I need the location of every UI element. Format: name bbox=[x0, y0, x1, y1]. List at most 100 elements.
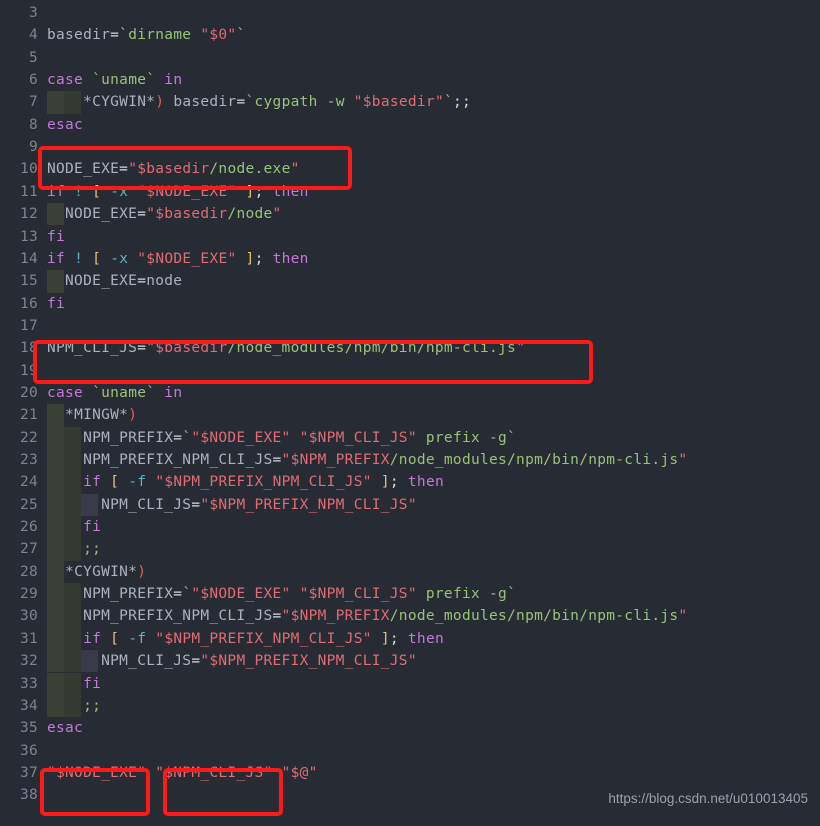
code-line[interactable]: 32 NPM_CLI_JS="$NPM_PREFIX_NPM_CLI_JS" bbox=[0, 650, 820, 673]
code-token: NPM_PREFIX bbox=[47, 429, 174, 446]
line-number: 9 bbox=[28, 139, 38, 156]
code-token: then bbox=[272, 250, 309, 267]
code-line[interactable]: 35 esac bbox=[0, 717, 820, 739]
watermark-url: https://blog.csdn.net/u010013405 bbox=[608, 791, 808, 806]
line-content[interactable]: ;; bbox=[47, 695, 101, 717]
code-line[interactable]: 27 ;; bbox=[0, 538, 820, 561]
line-content[interactable]: if [ -f "$NPM_PREFIX_NPM_CLI_JS" ]; then bbox=[47, 628, 444, 650]
code-token: NODE_EXE bbox=[47, 206, 138, 223]
line-number: 15 bbox=[19, 273, 38, 290]
code-line[interactable]: 20 case `uname` in bbox=[0, 382, 820, 404]
code-token: /node_modules/npm/bin/npm-cli.js bbox=[389, 608, 679, 625]
line-number: 30 bbox=[19, 608, 38, 625]
code-line[interactable]: 3 bbox=[0, 2, 820, 24]
code-token: = bbox=[191, 496, 201, 513]
line-number: 21 bbox=[19, 407, 38, 424]
code-token: prefix -g` bbox=[425, 586, 517, 603]
code-line[interactable]: 22 NPM_PREFIX=`"$NODE_EXE" "$NPM_CLI_JS"… bbox=[0, 426, 820, 449]
code-line[interactable]: 15 NODE_EXE=node bbox=[0, 270, 820, 293]
code-line[interactable]: 28 *CYGWIN*) bbox=[0, 560, 820, 584]
code-line[interactable]: 6 case `uname` in bbox=[0, 69, 820, 91]
code-line[interactable]: 21 *MINGW*) bbox=[0, 404, 820, 427]
line-content[interactable]: NPM_PREFIX_NPM_CLI_JS="$NPM_PREFIX/node_… bbox=[47, 449, 687, 471]
code-line[interactable]: 33 fi bbox=[0, 672, 820, 695]
line-content[interactable]: ;; bbox=[47, 538, 101, 560]
code-line[interactable]: 16 fi bbox=[0, 293, 820, 315]
highlight-node-exe-assignment bbox=[38, 146, 352, 190]
code-line[interactable]: 13 fi bbox=[0, 226, 820, 248]
code-line[interactable]: 4 basedir=`dirname "$0"` bbox=[0, 24, 820, 46]
line-content[interactable]: *CYGWIN*) basedir=`cygpath -w "$basedir"… bbox=[47, 91, 471, 113]
line-number: 20 bbox=[19, 384, 38, 401]
code-token: ! bbox=[74, 250, 84, 267]
code-line[interactable]: 5 bbox=[0, 47, 820, 69]
code-token: ) bbox=[137, 563, 147, 580]
line-content[interactable]: NPM_PREFIX=`"$NODE_EXE" "$NPM_CLI_JS" pr… bbox=[47, 583, 516, 605]
line-number: 22 bbox=[19, 429, 38, 446]
code-token: $basedir bbox=[155, 206, 228, 223]
code-line[interactable]: 8 esac bbox=[0, 114, 820, 136]
line-content[interactable]: fi bbox=[47, 226, 65, 248]
code-token: if bbox=[47, 250, 66, 267]
highlight-npm-cli-js-assignment bbox=[33, 340, 593, 384]
code-token: NPM_PREFIX bbox=[47, 586, 174, 603]
line-content[interactable]: *CYGWIN*) bbox=[47, 561, 146, 583]
code-line[interactable]: 14 if ! [ -x "$NODE_EXE" ]; then bbox=[0, 248, 820, 270]
line-content[interactable]: if [ -f "$NPM_PREFIX_NPM_CLI_JS" ]; then bbox=[47, 471, 444, 493]
code-token: basedir bbox=[47, 27, 111, 44]
code-line[interactable]: 29 NPM_PREFIX=`"$NODE_EXE" "$NPM_CLI_JS"… bbox=[0, 583, 820, 606]
code-token: "$NPM_CLI_JS" bbox=[299, 429, 417, 446]
code-token: "$NPM_PREFIX_NPM_CLI_JS" bbox=[155, 630, 372, 647]
code-line[interactable]: 17 bbox=[0, 315, 820, 337]
code-token: "$NODE_EXE" bbox=[137, 250, 237, 267]
line-number: 3 bbox=[28, 5, 38, 21]
code-line[interactable]: 31 if [ -f "$NPM_PREFIX_NPM_CLI_JS" ]; t… bbox=[0, 627, 820, 651]
code-line[interactable]: 36 bbox=[0, 740, 820, 762]
line-content[interactable]: *MINGW*) bbox=[47, 404, 137, 426]
code-line[interactable]: 25 NPM_CLI_JS="$NPM_PREFIX_NPM_CLI_JS" bbox=[0, 493, 820, 517]
line-content[interactable]: case `uname` in bbox=[47, 382, 182, 404]
line-content[interactable]: NPM_PREFIX_NPM_CLI_JS="$NPM_PREFIX/node_… bbox=[47, 605, 687, 627]
line-content[interactable]: NPM_PREFIX=`"$NODE_EXE" "$NPM_CLI_JS" pr… bbox=[47, 427, 516, 449]
line-number: 12 bbox=[19, 206, 38, 223]
code-token: NODE_EXE bbox=[47, 273, 138, 290]
code-line[interactable]: 23 NPM_PREFIX_NPM_CLI_JS="$NPM_PREFIX/no… bbox=[0, 449, 820, 472]
code-line[interactable]: 26 fi bbox=[0, 516, 820, 539]
line-content[interactable]: NODE_EXE=node bbox=[47, 270, 182, 292]
code-line[interactable]: 7 *CYGWIN*) basedir=`cygpath -w "$basedi… bbox=[0, 91, 820, 114]
code-editor-view: 3 4 basedir=`dirname "$0"` 5 6 case `uname` i… bbox=[0, 0, 820, 826]
line-content[interactable]: NPM_CLI_JS="$NPM_PREFIX_NPM_CLI_JS" bbox=[47, 494, 417, 516]
code-token: -f bbox=[128, 630, 147, 647]
line-number: 25 bbox=[19, 496, 38, 513]
code-token: prefix -g` bbox=[425, 429, 517, 446]
code-token: ; bbox=[389, 474, 408, 491]
code-token: NPM_CLI_JS bbox=[47, 496, 192, 513]
line-content[interactable]: basedir=`dirname "$0"` bbox=[47, 24, 246, 46]
code-line[interactable]: 24 if [ -f "$NPM_PREFIX_NPM_CLI_JS" ]; t… bbox=[0, 471, 820, 494]
line-number: 38 bbox=[19, 787, 38, 804]
line-number: 34 bbox=[19, 697, 38, 714]
line-content[interactable]: NODE_EXE="$basedir/node" bbox=[47, 203, 282, 225]
line-content[interactable]: case `uname` in bbox=[47, 69, 182, 91]
code-token: fi bbox=[47, 295, 66, 312]
line-content[interactable]: if ! [ -x "$NODE_EXE" ]; then bbox=[47, 248, 309, 270]
line-content[interactable]: esac bbox=[47, 717, 83, 739]
line-content[interactable]: fi bbox=[47, 293, 65, 315]
code-token: " bbox=[146, 206, 156, 223]
line-content[interactable]: esac bbox=[47, 114, 83, 136]
line-content[interactable]: NPM_CLI_JS="$NPM_PREFIX_NPM_CLI_JS" bbox=[47, 650, 417, 672]
line-content[interactable]: fi bbox=[47, 673, 101, 695]
code-line[interactable]: 30 NPM_PREFIX_NPM_CLI_JS="$NPM_PREFIX/no… bbox=[0, 605, 820, 628]
code-token: ] bbox=[380, 630, 390, 647]
code-line[interactable]: 34 ;; bbox=[0, 694, 820, 718]
code-line[interactable]: 12 NODE_EXE="$basedir/node" bbox=[0, 203, 820, 226]
line-content[interactable]: fi bbox=[47, 516, 101, 538]
code-token: *CYGWIN* bbox=[83, 94, 156, 111]
